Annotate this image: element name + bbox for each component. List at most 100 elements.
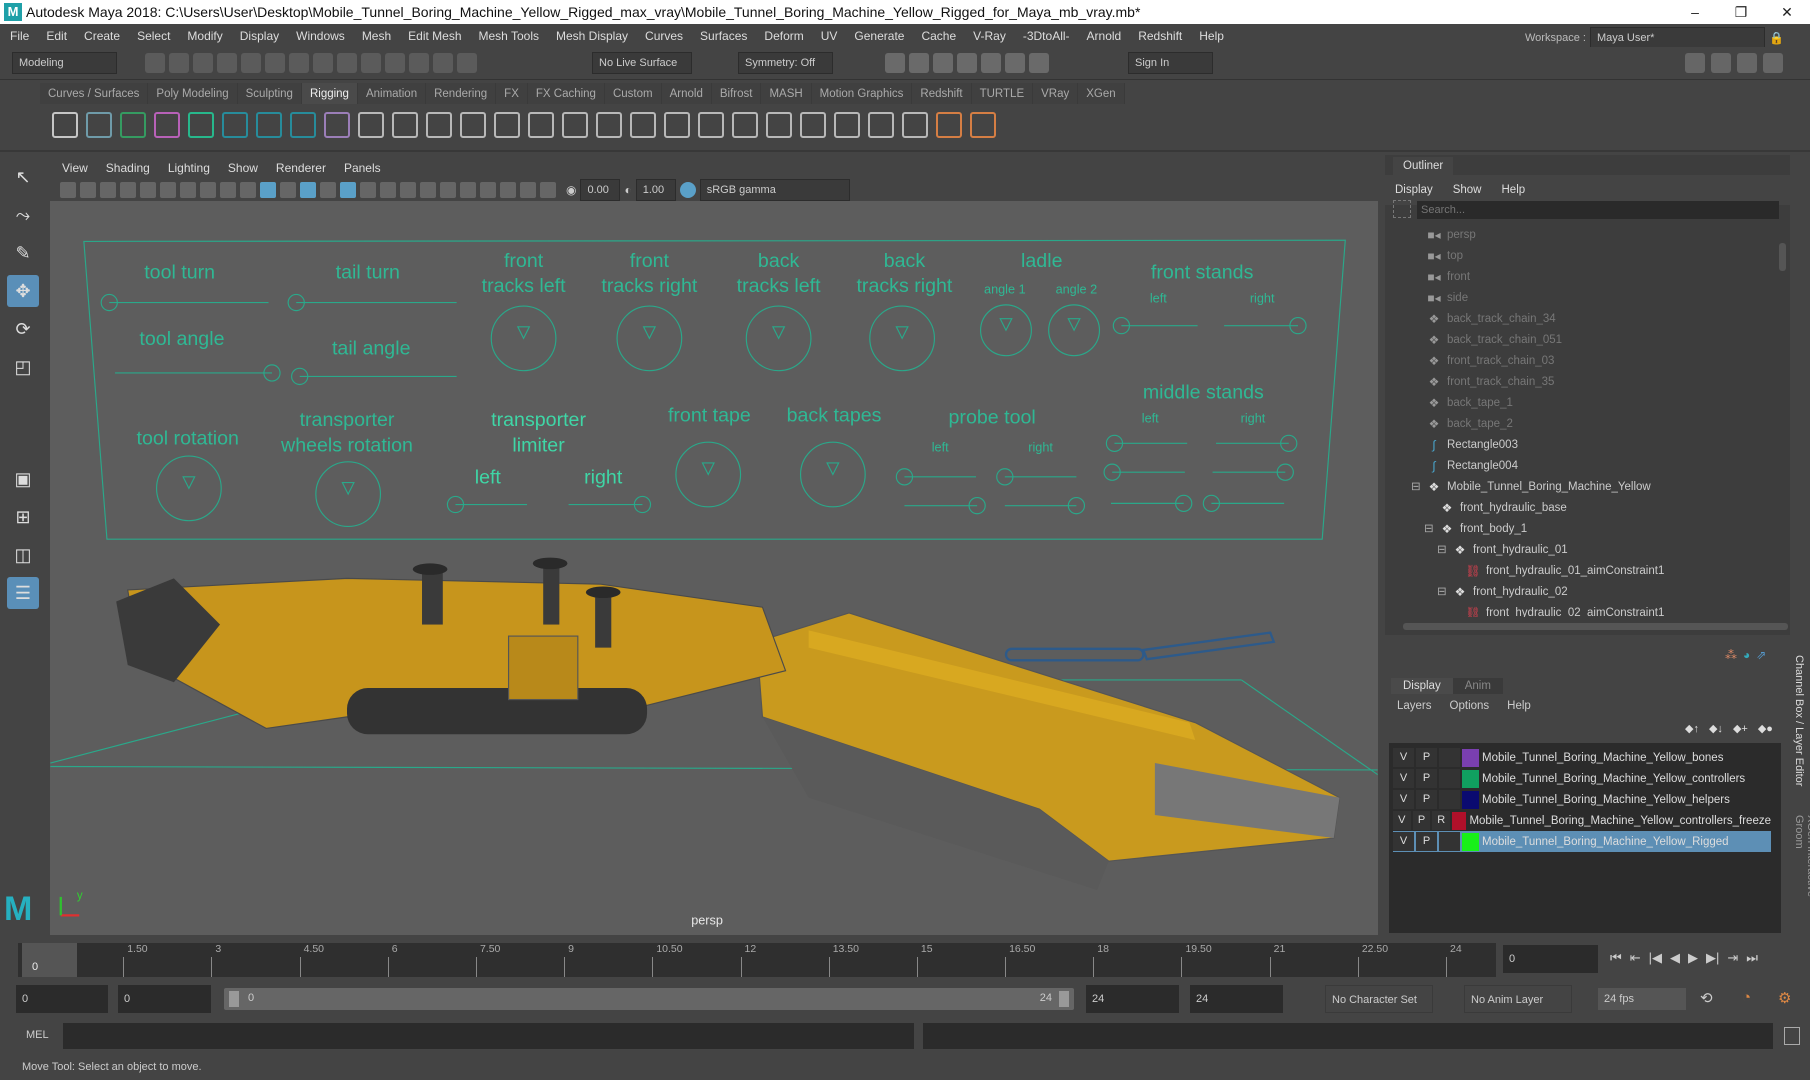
playback-toggle[interactable]: P — [1416, 832, 1437, 851]
tunnel-boring-machine-model[interactable] — [116, 557, 1341, 890]
mel-label[interactable]: MEL — [26, 1029, 49, 1041]
outliner-search-input[interactable] — [1417, 201, 1779, 219]
parent-constraint-icon[interactable] — [732, 112, 758, 138]
color-space-dropdown[interactable]: sRGB gamma — [699, 178, 850, 201]
layer-menu-layers[interactable]: Layers — [1397, 700, 1432, 712]
xray-icon[interactable] — [500, 181, 516, 198]
loop-icon[interactable]: ⟲ — [1700, 989, 1713, 1007]
exposure-field[interactable]: 0.00 — [580, 178, 621, 201]
mel-command-input[interactable] — [63, 1023, 914, 1049]
layer-row[interactable]: V P Mobile_Tunnel_Boring_Machine_Yellow_co… — [1393, 768, 1771, 789]
xgen-tab[interactable]: XGen Interactive Groom — [1793, 815, 1810, 915]
new-scene-icon[interactable] — [145, 53, 165, 73]
anim-prefs-icon[interactable]: ⚙ — [1778, 989, 1791, 1007]
channel-box-layer-editor-tab[interactable]: Channel Box / Layer Editor — [1793, 655, 1805, 786]
point-constraint-icon[interactable] — [766, 112, 792, 138]
shelf-tab-rendering[interactable]: Rendering — [426, 83, 497, 105]
playback-toggle[interactable]: P — [1412, 811, 1431, 830]
range-end-handle[interactable] — [1059, 991, 1069, 1007]
undo-icon[interactable] — [217, 53, 237, 73]
collapse-toggle-icon[interactable]: ⊟ — [1411, 477, 1421, 498]
menu-curves[interactable]: Curves — [645, 29, 683, 43]
outliner-menu-help[interactable]: Help — [1502, 184, 1526, 196]
mode-dropdown[interactable]: Modeling — [12, 52, 117, 74]
maximize-button[interactable]: ❐ — [1718, 4, 1764, 21]
bind-skin-icon[interactable] — [426, 112, 452, 138]
outliner-item[interactable]: ∫ Rectangle004 — [1425, 456, 1518, 477]
shelf-tab-redshift[interactable]: Redshift — [912, 83, 972, 105]
outliner-tab[interactable]: Outliner — [1393, 157, 1454, 175]
render-current-icon[interactable] — [909, 53, 929, 73]
visibility-toggle[interactable]: V — [1393, 832, 1414, 851]
symmetry-dropdown[interactable]: Symmetry: Off — [738, 52, 833, 74]
menu-arnold[interactable]: Arnold — [1087, 29, 1122, 43]
minimize-button[interactable]: – — [1672, 4, 1718, 20]
play-backwards-icon[interactable]: ◀ — [1670, 950, 1680, 966]
collapse-toggle-icon[interactable]: ⊟ — [1437, 540, 1447, 561]
safe-title-icon[interactable] — [260, 181, 276, 198]
filter-icon[interactable] — [1393, 200, 1411, 218]
ik-fk-icon[interactable] — [970, 112, 996, 138]
visibility-toggle[interactable]: V — [1393, 748, 1414, 767]
menu-display[interactable]: Display — [240, 29, 279, 43]
viewport-menu-lighting[interactable]: Lighting — [168, 161, 210, 175]
ladle-angle-1-dial-arrow-icon[interactable] — [999, 318, 1013, 332]
visibility-toggle[interactable]: V — [1393, 811, 1411, 830]
display-type-toggle[interactable] — [1439, 769, 1460, 788]
soft-mod-icon[interactable] — [698, 112, 724, 138]
new-layer-selected-icon[interactable]: ◆● — [1758, 722, 1773, 735]
outliner-item[interactable]: ⊟ ❖ front_body_1 — [1424, 519, 1527, 540]
menu-select[interactable]: Select — [137, 29, 170, 43]
resolution-gate-icon[interactable] — [180, 181, 196, 198]
transporter-wheels-rotation-dial-arrow-icon[interactable] — [341, 482, 355, 496]
ambient-occlusion-icon[interactable] — [400, 181, 416, 198]
outliner-item[interactable]: ∫ Rectangle003 — [1425, 435, 1518, 456]
menu-3dtoall[interactable]: -3DtoAll- — [1023, 29, 1070, 43]
mirror-joint-icon[interactable] — [358, 112, 384, 138]
outliner-item[interactable]: ⛓ front_hydraulic_01_aimConstraint1 — [1464, 561, 1664, 582]
outliner-item[interactable]: ❖ back_track_chain_34 — [1425, 309, 1556, 330]
playback-toggle[interactable]: P — [1416, 769, 1437, 788]
menu-cache[interactable]: Cache — [921, 29, 956, 43]
viewport-menu-view[interactable]: View — [62, 161, 88, 175]
outliner-item[interactable]: ⊟ ❖ front_hydraulic_02 — [1437, 582, 1568, 603]
sign-in-button[interactable]: Sign In — [1128, 52, 1213, 74]
select-object-icon[interactable] — [289, 53, 309, 73]
workspace-dropdown[interactable]: Maya User* — [1589, 27, 1765, 49]
snap-curve-icon[interactable] — [361, 53, 381, 73]
select-tool-icon[interactable]: ↖ — [7, 161, 39, 193]
orient-constraint-icon[interactable] — [800, 112, 826, 138]
ik-spline-icon[interactable] — [120, 112, 146, 138]
paint-weights-icon[interactable] — [460, 112, 486, 138]
shelf-tab-animation[interactable]: Animation — [357, 83, 427, 105]
orient-joint-icon[interactable] — [392, 112, 418, 138]
menu-mesh-tools[interactable]: Mesh Tools — [479, 29, 539, 43]
textured-icon[interactable] — [340, 181, 356, 198]
quick-rig-icon[interactable] — [188, 112, 214, 138]
attribute-editor-icon[interactable]: ◕ — [1743, 648, 1750, 662]
current-time-marker[interactable]: 0 — [22, 943, 77, 977]
layer-row[interactable]: V P R Mobile_Tunnel_Boring_Machine_Yellow_c… — [1393, 810, 1771, 831]
auto-key-icon[interactable]: ◔ — [1742, 989, 1751, 1006]
hypershade-icon[interactable] — [981, 53, 1001, 73]
ik-handle-icon[interactable] — [86, 112, 112, 138]
playback-end-field[interactable]: 24 — [1086, 985, 1179, 1013]
snap-projected-icon[interactable] — [409, 53, 429, 73]
menu-windows[interactable]: Windows — [296, 29, 345, 43]
two-view-layout-icon[interactable]: ◫ — [7, 539, 39, 571]
layer-menu-options[interactable]: Options — [1450, 700, 1490, 712]
depth-of-field-icon[interactable] — [460, 181, 476, 198]
select-component-icon[interactable] — [313, 53, 333, 73]
shelf-tab-fx-caching[interactable]: FX Caching — [527, 83, 605, 105]
outliner-item[interactable]: ❖ back_tape_1 — [1425, 393, 1513, 414]
grid-icon[interactable] — [140, 181, 156, 198]
live-surface-field[interactable]: No Live Surface — [592, 52, 692, 74]
step-back-frame-icon[interactable]: |◀ — [1649, 950, 1662, 966]
menu-file[interactable]: File — [10, 29, 29, 43]
viewport-menu-shading[interactable]: Shading — [106, 161, 150, 175]
field-chart-icon[interactable] — [220, 181, 236, 198]
wrap-icon[interactable] — [630, 112, 656, 138]
display-type-toggle[interactable] — [1439, 748, 1460, 767]
layer-color-swatch[interactable] — [1462, 832, 1479, 851]
shelf-tab-custom[interactable]: Custom — [604, 83, 662, 105]
